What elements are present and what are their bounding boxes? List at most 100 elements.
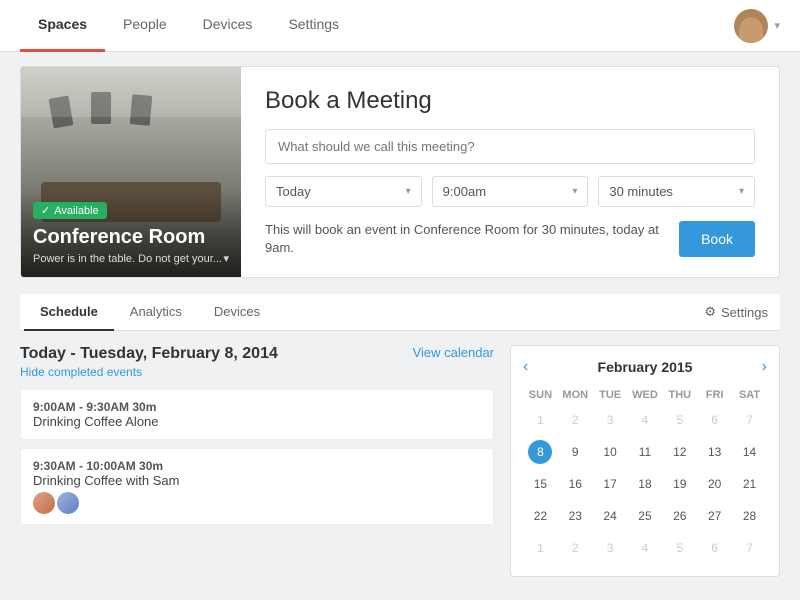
calendar-day[interactable]: 7 xyxy=(732,404,767,436)
calendar-day[interactable]: 11 xyxy=(628,436,663,468)
calendar-next-button[interactable]: › xyxy=(762,358,767,376)
schedule-column: Today - Tuesday, February 8, 2014 View c… xyxy=(20,345,494,577)
day-chevron-icon: ▾ xyxy=(406,186,411,197)
booking-options-row: Today ▾ 9:00am ▾ 30 minutes ▾ xyxy=(265,176,755,207)
calendar-day[interactable]: 3 xyxy=(593,404,628,436)
expand-icon[interactable]: ▾ xyxy=(223,252,229,265)
room-image: ✓ Available Conference Room Power is in … xyxy=(21,67,241,277)
calendar-day[interactable]: 17 xyxy=(593,468,628,500)
schedule-header: Today - Tuesday, February 8, 2014 View c… xyxy=(20,345,494,363)
calendar-day[interactable]: 6 xyxy=(697,404,732,436)
nav-item-people[interactable]: People xyxy=(105,0,185,52)
settings-tab[interactable]: ⚙ Settings xyxy=(696,294,776,330)
hide-completed-link[interactable]: Hide completed events xyxy=(20,365,494,379)
calendar-day[interactable]: 16 xyxy=(558,468,593,500)
calendar-day[interactable]: 21 xyxy=(732,468,767,500)
gear-icon: ⚙ xyxy=(704,304,716,320)
event-name: Drinking Coffee Alone xyxy=(33,414,481,429)
check-icon: ✓ xyxy=(41,204,50,217)
calendar-day[interactable]: 9 xyxy=(558,436,593,468)
nav-bar: Spaces People Devices Settings ▾ xyxy=(0,0,800,52)
room-description: Power is in the table. Do not get your..… xyxy=(33,252,229,265)
cal-header-mon: MON xyxy=(558,386,593,404)
calendar-day[interactable]: 22 xyxy=(523,500,558,532)
avatar-chevron[interactable]: ▾ xyxy=(774,19,780,32)
tab-schedule[interactable]: Schedule xyxy=(24,294,114,331)
calendar-prev-button[interactable]: ‹ xyxy=(523,358,528,376)
time-select[interactable]: 9:00am ▾ xyxy=(432,176,589,207)
calendar-day[interactable]: 2 xyxy=(558,404,593,436)
calendar-day[interactable]: 25 xyxy=(628,500,663,532)
calendar-day[interactable]: 28 xyxy=(732,500,767,532)
calendar-widget: ‹ February 2015 › SUN MON TUE WED THU FR… xyxy=(510,345,780,577)
calendar-day[interactable]: 20 xyxy=(697,468,732,500)
schedule-date: Today - Tuesday, February 8, 2014 xyxy=(20,345,278,363)
nav-item-settings[interactable]: Settings xyxy=(270,0,357,52)
calendar-day[interactable]: 4 xyxy=(628,404,663,436)
day-select[interactable]: Today ▾ xyxy=(265,176,422,207)
avatar[interactable] xyxy=(734,9,768,43)
book-title: Book a Meeting xyxy=(265,87,755,115)
cal-header-tue: TUE xyxy=(593,386,628,404)
room-overlay: ✓ Available Conference Room Power is in … xyxy=(21,190,241,277)
event-name: Drinking Coffee with Sam xyxy=(33,473,481,488)
tab-devices[interactable]: Devices xyxy=(198,294,276,331)
calendar-day[interactable]: 4 xyxy=(628,532,663,564)
attendee-avatar xyxy=(57,492,79,514)
room-name: Conference Room xyxy=(33,225,229,249)
calendar-day[interactable]: 18 xyxy=(628,468,663,500)
view-calendar-link[interactable]: View calendar xyxy=(413,345,494,360)
calendar-day[interactable]: 5 xyxy=(662,532,697,564)
calendar-day[interactable]: 6 xyxy=(697,532,732,564)
calendar-day[interactable]: 5 xyxy=(662,404,697,436)
calendar-day[interactable]: 24 xyxy=(593,500,628,532)
nav-right: ▾ xyxy=(734,9,780,43)
tab-analytics[interactable]: Analytics xyxy=(114,294,198,331)
calendar-day[interactable]: 7 xyxy=(732,532,767,564)
nav-item-spaces[interactable]: Spaces xyxy=(20,0,105,52)
cal-header-sun: SUN xyxy=(523,386,558,404)
calendar-day[interactable]: 8 xyxy=(523,436,558,468)
calendar-day[interactable]: 2 xyxy=(558,532,593,564)
calendar-day[interactable]: 1 xyxy=(523,404,558,436)
calendar-day[interactable]: 13 xyxy=(697,436,732,468)
calendar-day[interactable]: 19 xyxy=(662,468,697,500)
cal-header-fri: FRI xyxy=(697,386,732,404)
event-time: 9:30AM - 10:00AM 30m xyxy=(33,459,481,473)
event-item: 9:30AM - 10:00AM 30m Drinking Coffee wit… xyxy=(20,448,494,525)
attendee-avatar xyxy=(33,492,55,514)
bottom-section: Today - Tuesday, February 8, 2014 View c… xyxy=(20,345,780,577)
calendar-day[interactable]: 10 xyxy=(593,436,628,468)
calendar-day[interactable]: 1 xyxy=(523,532,558,564)
calendar-header: ‹ February 2015 › xyxy=(523,358,767,376)
cal-header-wed: WED xyxy=(628,386,663,404)
duration-select[interactable]: 30 minutes ▾ xyxy=(598,176,755,207)
event-time: 9:00AM - 9:30AM 30m xyxy=(33,400,481,414)
calendar-day[interactable]: 14 xyxy=(732,436,767,468)
calendar-grid: SUN MON TUE WED THU FRI SAT 123456789101… xyxy=(523,386,767,564)
calendar-day[interactable]: 3 xyxy=(593,532,628,564)
tabs-row: Schedule Analytics Devices ⚙ Settings xyxy=(20,294,780,331)
nav-item-devices[interactable]: Devices xyxy=(185,0,271,52)
calendar-day[interactable]: 26 xyxy=(662,500,697,532)
event-avatars xyxy=(33,492,481,514)
cal-header-thu: THU xyxy=(662,386,697,404)
booking-card: ✓ Available Conference Room Power is in … xyxy=(20,66,780,278)
booking-info-text: This will book an event in Conference Ro… xyxy=(265,221,679,257)
calendar-title: February 2015 xyxy=(598,359,693,375)
main-content: ✓ Available Conference Room Power is in … xyxy=(0,52,800,591)
calendar-day[interactable]: 23 xyxy=(558,500,593,532)
book-info-row: This will book an event in Conference Ro… xyxy=(265,221,755,257)
nav-items: Spaces People Devices Settings xyxy=(20,0,357,52)
availability-badge: ✓ Available xyxy=(33,202,107,219)
calendar-day[interactable]: 12 xyxy=(662,436,697,468)
duration-chevron-icon: ▾ xyxy=(739,186,744,197)
calendar-day[interactable]: 27 xyxy=(697,500,732,532)
calendar-day[interactable]: 15 xyxy=(523,468,558,500)
book-button[interactable]: Book xyxy=(679,221,755,257)
cal-header-sat: SAT xyxy=(732,386,767,404)
event-item: 9:00AM - 9:30AM 30m Drinking Coffee Alon… xyxy=(20,389,494,440)
time-chevron-icon: ▾ xyxy=(572,186,577,197)
booking-form: Book a Meeting Today ▾ 9:00am ▾ 30 minut… xyxy=(241,67,779,277)
meeting-name-input[interactable] xyxy=(265,129,755,164)
